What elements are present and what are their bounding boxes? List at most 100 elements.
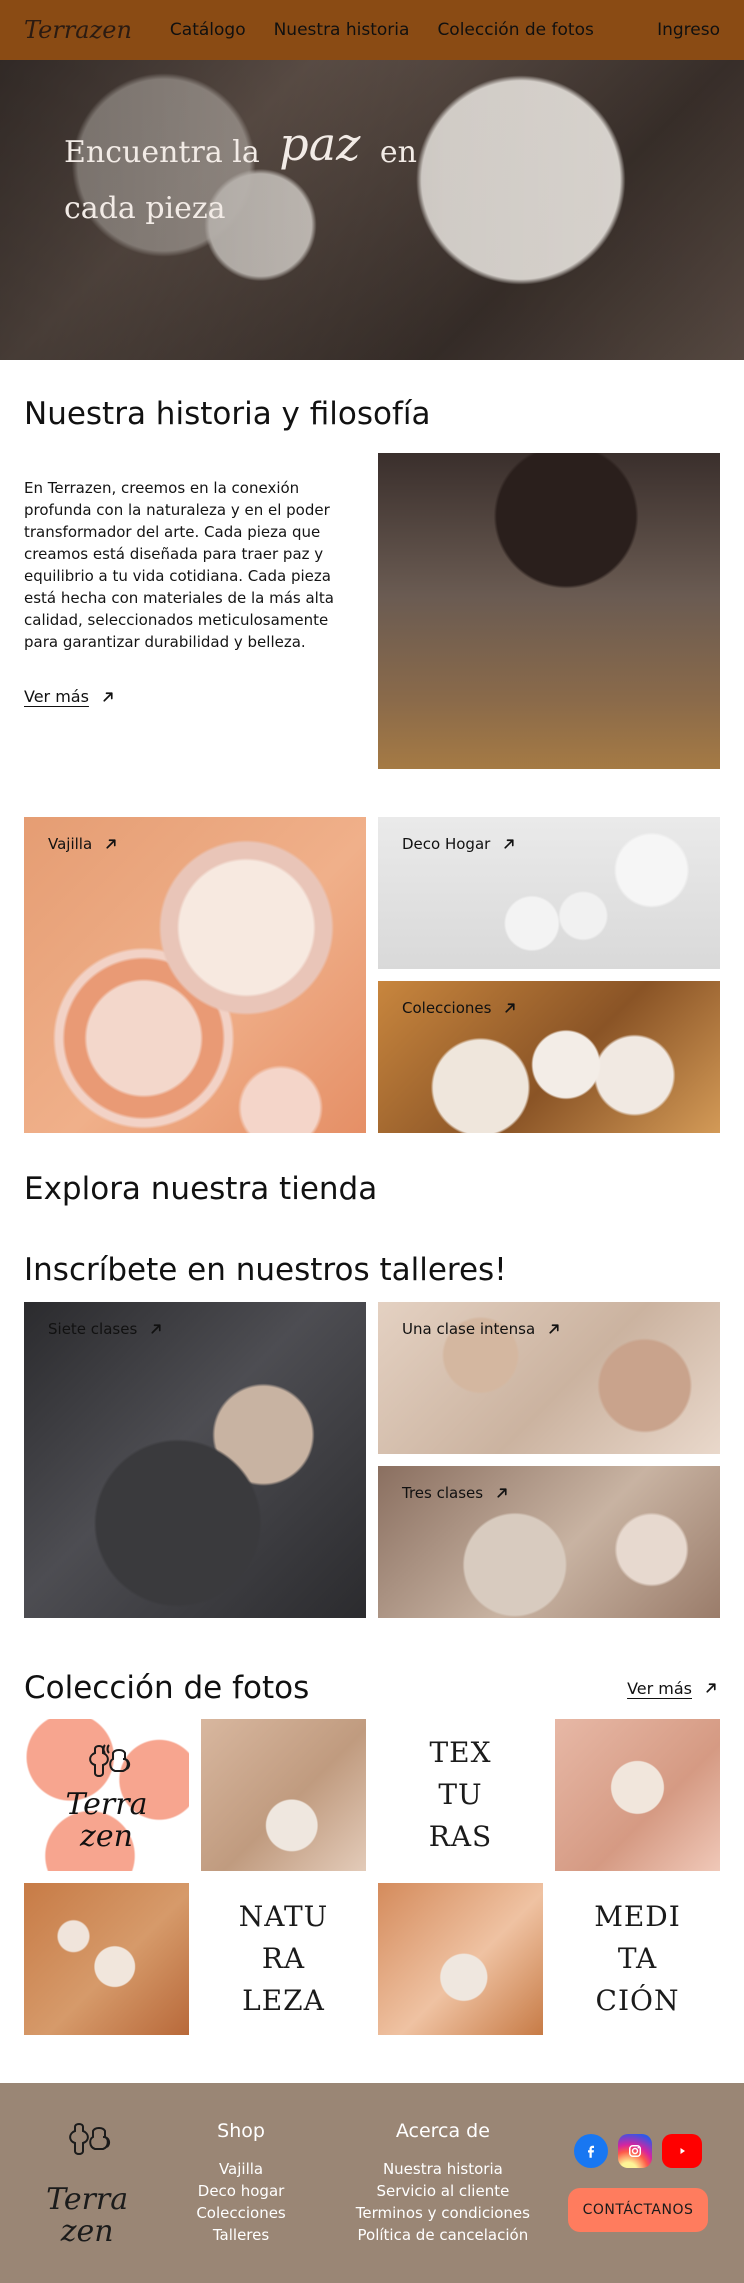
terrazen-pottery-logo-icon <box>69 2123 111 2156</box>
card-siete-label: Siete clases <box>48 1320 165 1338</box>
footer-brand-2: zen <box>60 2214 114 2250</box>
arrow-up-right-icon <box>706 1683 716 1693</box>
meditacion-word: MEDI TA CIÓN <box>594 1896 681 2022</box>
footer-shop-vajilla[interactable]: Vajilla <box>164 2158 317 2180</box>
footer-about-terminos[interactable]: Terminos y condiciones <box>352 2202 534 2224</box>
explora-title: Explora nuestra tienda <box>24 1171 378 1208</box>
footer-shop-talleres[interactable]: Talleres <box>164 2224 317 2246</box>
footer-about-cancelacion[interactable]: Política de cancelación <box>352 2224 534 2246</box>
footer-brand[interactable]: Terra zen <box>44 2117 130 2248</box>
arrow-up-right-icon <box>504 839 514 849</box>
nav-ingreso[interactable]: Ingreso <box>657 20 720 40</box>
historia-paragraph: En Terrazen, creemos en la conexión prof… <box>24 479 334 652</box>
card-siete-clases[interactable]: Siete clases <box>24 1301 366 1618</box>
footer-about-title: Acerca de <box>395 2119 490 2142</box>
talleres-grid: Siete clases Una clase intensa Tres clas… <box>0 1301 744 1618</box>
photo-tile-naturaleza[interactable]: NATU RA LEZA <box>201 1882 366 2035</box>
footer-shop-colecciones[interactable]: Colecciones <box>164 2202 317 2224</box>
footer: Terra zen Shop Vajilla Deco hogar Colecc… <box>0 2082 744 2283</box>
card-tres-label: Tres clases <box>402 1484 511 1502</box>
footer-shop-column: Shop Vajilla Deco hogar Colecciones Tall… <box>164 2120 317 2246</box>
card-intensa-label: Una clase intensa <box>402 1320 563 1338</box>
fotos-title: Colección de fotos <box>24 1669 310 1706</box>
texturas-line-3: RAS <box>428 1819 493 1853</box>
facebook-f-icon <box>588 2145 594 2158</box>
footer-shop-deco-hogar[interactable]: Deco hogar <box>164 2180 317 2202</box>
photo-tile-logo[interactable]: Terra zen <box>24 1718 189 1871</box>
naturaleza-word: NATU RA LEZA <box>239 1896 328 2022</box>
card-deco-label: Deco Hogar <box>402 835 518 853</box>
fotos-ver-mas-link[interactable]: Ver más <box>627 1679 720 1698</box>
youtube-play-icon <box>680 2147 685 2154</box>
card-vajilla-label: Vajilla <box>48 835 120 853</box>
hero-heading: Encuentra la paz en cada pieza <box>64 117 494 237</box>
texturas-line-2: TU <box>438 1777 483 1811</box>
card-siete-text: Siete clases <box>48 1319 138 1338</box>
fotos-header: Colección de fotos Ver más <box>0 1670 744 1707</box>
texturas-word: TEX TU RAS <box>429 1732 492 1858</box>
fotos-ver-mas-label: Ver más <box>627 1678 692 1698</box>
hero-line-1a: Encuentra la <box>64 135 260 170</box>
talleres-title: Inscríbete en nuestros talleres! <box>24 1252 507 1289</box>
arrow-up-right-icon <box>505 1003 516 1013</box>
arrow-up-right-icon <box>106 839 116 849</box>
photo-logo-text-1: Terra <box>65 1786 148 1822</box>
photo-tile-meditacion[interactable]: MEDI TA CIÓN <box>555 1882 720 2035</box>
card-tres-text: Tres clases <box>402 1483 484 1502</box>
hero-emphasis: paz <box>279 117 361 171</box>
card-vajilla-text: Vajilla <box>48 835 93 854</box>
photo-logo-text-2: zen <box>80 1818 133 1854</box>
footer-about-column: Acerca de Nuestra historia Servicio al c… <box>352 2120 534 2246</box>
card-colecciones-label: Colecciones <box>402 999 519 1017</box>
historia-text-column: En Terrazen, creemos en la conexión prof… <box>24 453 366 769</box>
card-deco-hogar[interactable]: Deco Hogar <box>378 817 720 970</box>
footer-about-servicio[interactable]: Servicio al cliente <box>352 2180 534 2202</box>
footer-shop-title: Shop <box>217 2119 265 2142</box>
card-colecciones-text: Colecciones <box>402 999 492 1018</box>
nav-coleccion-fotos[interactable]: Colección de fotos <box>437 20 593 40</box>
top-nav: Terrazen Catálogo Nuestra historia Colec… <box>0 0 744 60</box>
historia-title: Nuestra historia y filosofía <box>24 396 431 432</box>
texturas-line-1: TEX <box>429 1735 492 1769</box>
photo-tile-hands-bowl[interactable] <box>555 1718 720 1871</box>
artisan-photo <box>378 453 720 770</box>
terrazen-pottery-logo-icon <box>88 1744 130 1777</box>
hero-line-1b: en <box>379 135 417 170</box>
brand-logo[interactable]: Terrazen <box>24 16 132 44</box>
arrow-up-right-icon <box>549 1323 559 1334</box>
meditacion-line-1: MEDI <box>594 1899 681 1933</box>
explora-section: Explora nuestra tienda <box>0 1171 744 1208</box>
social-icons <box>574 2133 702 2168</box>
photo-logo-text: Terra zen <box>24 1786 189 1854</box>
facebook-icon[interactable] <box>574 2133 608 2168</box>
instagram-icon[interactable] <box>618 2133 652 2168</box>
card-deco-text: Deco Hogar <box>402 835 491 854</box>
photo-grid: Terra zen TEX TU RAS NATU RA LEZA MEDI T… <box>0 1718 744 2035</box>
category-grid: Vajilla Deco Hogar Colecciones <box>0 817 744 1134</box>
arrow-up-right-icon <box>103 692 113 702</box>
meditacion-line-3: CIÓN <box>595 1983 680 2017</box>
naturaleza-line-1: NATU <box>238 1899 329 1933</box>
contact-button[interactable]: CONTÁCTANOS <box>568 2187 708 2232</box>
footer-about-historia[interactable]: Nuestra historia <box>352 2158 534 2180</box>
instagram-glyph-icon <box>629 2144 641 2157</box>
footer-brand-1: Terra <box>46 2182 129 2218</box>
youtube-icon[interactable] <box>662 2133 702 2168</box>
talleres-section: Inscríbete en nuestros talleres! <box>0 1252 744 1289</box>
card-clase-intensa[interactable]: Una clase intensa <box>378 1301 720 1454</box>
card-colecciones[interactable]: Colecciones <box>378 981 720 1134</box>
meditacion-line-2: TA <box>617 1941 658 1975</box>
nav-catalogo[interactable]: Catálogo <box>170 20 246 40</box>
photo-tile-bowls-wood[interactable] <box>378 1882 543 2035</box>
photo-tile-bowls-table[interactable] <box>24 1882 189 2035</box>
historia-ver-mas-label: Ver más <box>24 687 89 707</box>
arrow-up-right-icon <box>497 1487 507 1498</box>
card-tres-clases[interactable]: Tres clases <box>378 1465 720 1618</box>
historia-ver-mas-link[interactable]: Ver más <box>24 687 117 706</box>
photo-tile-vase[interactable] <box>201 1718 366 1871</box>
arrow-up-right-icon <box>151 1323 161 1334</box>
naturaleza-line-3: LEZA <box>242 1983 325 2017</box>
card-vajilla[interactable]: Vajilla <box>24 817 366 1134</box>
nav-nuestra-historia[interactable]: Nuestra historia <box>274 20 410 40</box>
photo-tile-texturas[interactable]: TEX TU RAS <box>378 1718 543 1871</box>
